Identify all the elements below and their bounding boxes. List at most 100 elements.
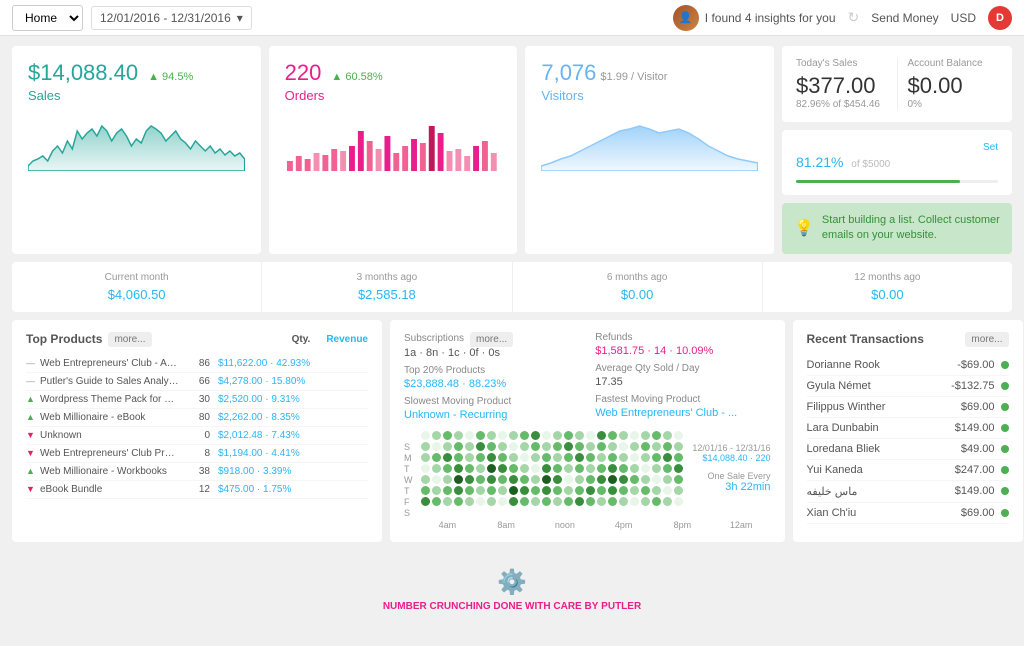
heatmap-cell	[597, 475, 606, 484]
subscriptions-label: Subscriptions	[404, 333, 464, 344]
heatmap-cell	[674, 464, 683, 473]
heatmap-cell	[597, 486, 606, 495]
tx-name: Loredana Bliek	[807, 443, 961, 455]
goal-bar-fill	[796, 180, 960, 183]
heatmap-cell	[663, 442, 672, 451]
heatmap-cell	[674, 486, 683, 495]
send-money-button[interactable]: Send Money	[871, 11, 938, 25]
heatmap-cell	[520, 431, 529, 440]
transactions-card: Recent Transactions more... Dorianne Roo…	[793, 320, 1023, 542]
product-revenue: $2,012.48 · 7.43%	[218, 430, 300, 441]
heatmap-cell	[487, 442, 496, 451]
heatmap-cell	[674, 475, 683, 484]
heatmap-cell	[586, 464, 595, 473]
goal-set-button[interactable]: Set	[983, 142, 998, 153]
heatmap-grid	[421, 431, 683, 518]
heatmap-cell	[663, 431, 672, 440]
heatmap-cell	[509, 431, 518, 440]
heatmap-cell	[520, 497, 529, 506]
orders-value: 220	[285, 60, 322, 86]
product-row: ▼ eBook Bundle 12 $475.00 · 1.75%	[26, 481, 368, 499]
heatmap-cell	[520, 442, 529, 451]
heatmap-cell	[674, 431, 683, 440]
tx-status-dot	[1001, 403, 1009, 411]
product-trend-icon: ▲	[26, 394, 40, 404]
footer: ⚙️ NUMBER CRUNCHING DONE WITH CARE BY PU…	[0, 552, 1024, 628]
heatmap-cell	[619, 453, 628, 462]
heatmap-cell	[586, 453, 595, 462]
heatmap-cell	[421, 453, 430, 462]
product-trend-icon: ▼	[26, 484, 40, 494]
header-left: Home 12/01/2016 - 12/31/2016 ▾	[12, 5, 252, 31]
products-more-button[interactable]: more...	[108, 332, 151, 347]
home-select[interactable]: Home	[12, 5, 83, 31]
sales-label: Sales	[28, 88, 245, 103]
heatmap-cell	[443, 464, 452, 473]
todays-sales: Today's Sales $377.00 82.96% of $454.46	[796, 58, 887, 110]
product-row: ▲ Web Millionaire - eBook 80 $2,262.00 ·…	[26, 409, 368, 427]
bottom-row: Top Products more... Qty. Revenue — Web …	[12, 320, 1012, 542]
heatmap-cell	[476, 431, 485, 440]
slowest-value: Unknown - Recurring	[404, 409, 579, 421]
heatmap-cell	[498, 453, 507, 462]
refresh-icon[interactable]: ↻	[848, 9, 860, 26]
heatmap-cell	[487, 453, 496, 462]
heatmap-cell	[454, 442, 463, 451]
heatmap-cell	[553, 475, 562, 484]
heatmap-cell	[487, 464, 496, 473]
heatmap-cell	[542, 453, 551, 462]
heatmap-cell	[487, 486, 496, 495]
avg-qty-label: Average Qty Sold / Day	[595, 363, 770, 374]
heatmap-cell	[619, 464, 628, 473]
footer-icon: ⚙️	[16, 568, 1008, 597]
transaction-row: Loredana Bliek $49.00	[807, 439, 1009, 460]
date-range-picker[interactable]: 12/01/2016 - 12/31/2016 ▾	[91, 6, 252, 30]
heatmap-cell	[443, 442, 452, 451]
heatmap-cell	[498, 431, 507, 440]
heatmap-cell	[674, 442, 683, 451]
heatmap-cell	[608, 497, 617, 506]
fastest-label: Fastest Moving Product	[595, 394, 770, 405]
orders-label: Orders	[285, 88, 502, 103]
header-right: 👤 I found 4 insights for you ↻ Send Mone…	[673, 5, 1012, 31]
heatmap-cell	[652, 431, 661, 440]
top-products-card: Top Products more... Qty. Revenue — Web …	[12, 320, 382, 542]
footer-text: NUMBER CRUNCHING DONE WITH CARE BY	[383, 601, 599, 612]
heatmap-cell	[443, 486, 452, 495]
heatmap-cell	[542, 475, 551, 484]
heatmap-cell	[498, 475, 507, 484]
heatmap-cell	[498, 442, 507, 451]
sales-value: $14,088.40	[28, 60, 138, 86]
tx-status-dot	[1001, 487, 1009, 495]
top20-value: $23,888.48 · 88.23%	[404, 378, 579, 390]
account-balance-value: $0.00	[908, 73, 999, 99]
heatmap-cell	[443, 497, 452, 506]
user-avatar[interactable]: D	[988, 6, 1012, 30]
subscriptions-section: Subscriptions more... 1a · 8n · 1c · 0f …	[404, 332, 579, 421]
transactions-more-button[interactable]: more...	[965, 332, 1008, 347]
product-revenue: $2,262.00 · 8.35%	[218, 412, 300, 423]
visitors-value: 7,076	[541, 60, 596, 86]
heatmap-cell	[663, 497, 672, 506]
heatmap-cell	[465, 475, 474, 484]
heatmap-cell	[641, 475, 650, 484]
todays-sales-label: Today's Sales	[796, 58, 887, 69]
todays-sales-value: $377.00	[796, 73, 887, 99]
heatmap-cell	[509, 464, 518, 473]
heatmap-cell	[487, 475, 496, 484]
tx-amount: $149.00	[955, 422, 995, 434]
heatmap-cell	[531, 431, 540, 440]
subscriptions-more-button[interactable]: more...	[470, 332, 513, 347]
heatmap-cell	[465, 486, 474, 495]
visitors-subtitle: $1.99 / Visitor	[600, 71, 667, 83]
heatmap-cell	[476, 453, 485, 462]
heatmap-cell	[443, 453, 452, 462]
heatmap-cell	[575, 453, 584, 462]
heatmap-cell	[608, 464, 617, 473]
heatmap-cell	[421, 464, 430, 473]
transaction-row: Yui Kaneda $247.00	[807, 460, 1009, 481]
heatmap-cell	[674, 453, 683, 462]
product-name: eBook Bundle	[40, 484, 180, 495]
heatmap-cell	[597, 442, 606, 451]
heatmap-cell	[476, 497, 485, 506]
